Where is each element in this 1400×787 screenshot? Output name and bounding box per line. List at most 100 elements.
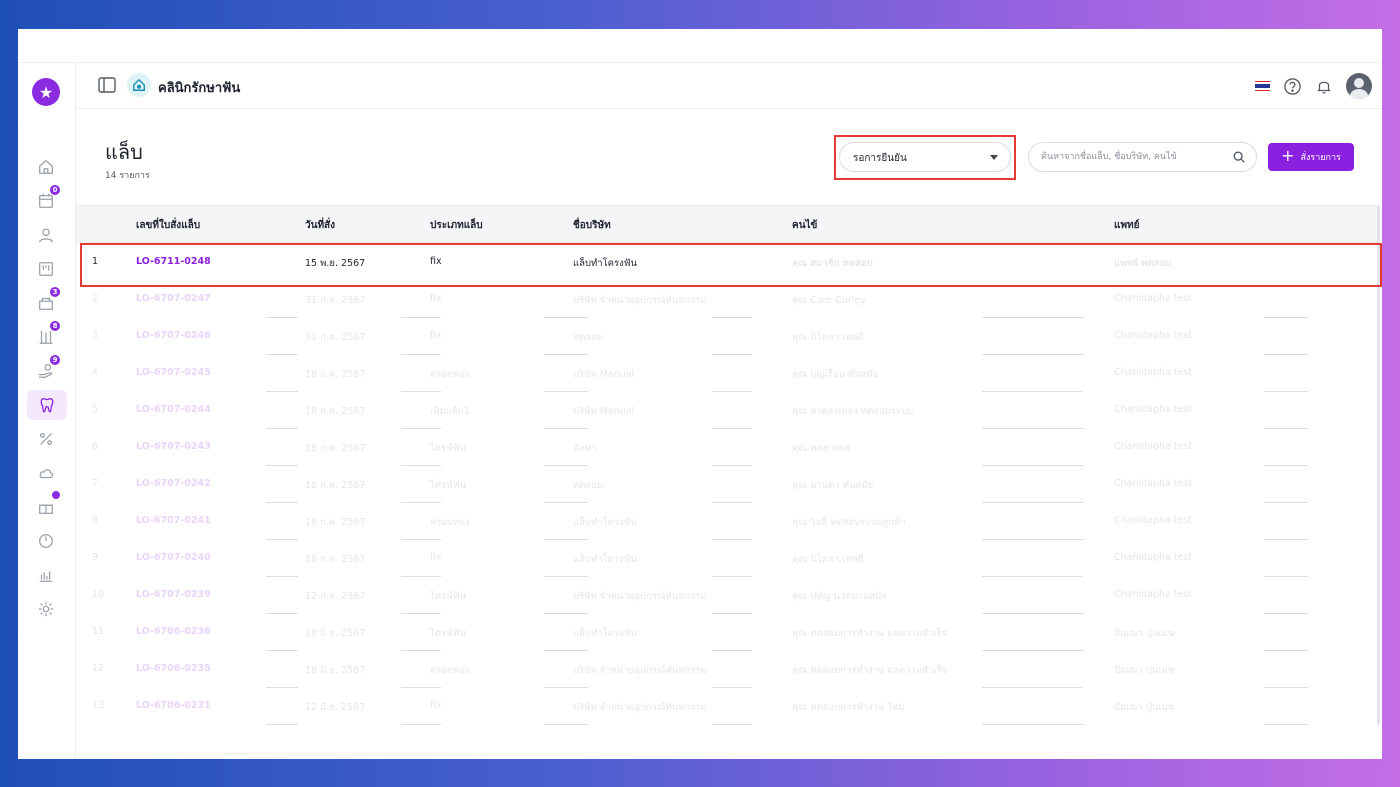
table-row[interactable]: 6 LO-6707-0243 18 ก.ค. 2567 ไดรฟ์ฟัน อัลฟา คุ…: [76, 429, 1380, 466]
lab-orders-table: เลขที่ใบสั่งแล็บ วันที่สั่ง ประเภทแล็บ ช…: [76, 205, 1382, 759]
row-order-code[interactable]: LO-6707-0246: [136, 330, 211, 341]
user-avatar[interactable]: [1346, 73, 1372, 99]
row-doctor: Chanidapha test: [1114, 478, 1193, 489]
table-row[interactable]: 7 LO-6707-0242 18 ก.ค. 2567 ไดรฟ์ฟัน ทดสอบ คุ…: [76, 466, 1380, 503]
calendar-icon[interactable]: 0: [35, 184, 61, 212]
row-date: 18 มิ.ย. 2567: [305, 665, 366, 676]
table-row[interactable]: 11 LO-6706-0236 18 มิ.ย. 2567 ไดรฟ์ฟัน แล็บท…: [76, 614, 1380, 651]
search-input[interactable]: [1029, 143, 1219, 171]
app-logo[interactable]: ★: [32, 78, 60, 106]
header-patient[interactable]: คนไข้: [792, 218, 817, 233]
percent-icon[interactable]: [35, 428, 57, 450]
lab-tools-badge: 8: [49, 320, 61, 332]
settings-gear-icon[interactable]: [35, 598, 57, 620]
row-divider: [712, 724, 752, 725]
table-row[interactable]: 8 LO-6707-0241 18 ก.ค. 2567 ครอบทอง แล็บทำโค…: [76, 503, 1380, 540]
row-order-code[interactable]: LO-6707-0243: [136, 441, 211, 452]
row-number: 4: [92, 367, 99, 378]
table-row[interactable]: 10 LO-6707-0239 12 ก.ค. 2567 ไดรฟ์ฟัน บริษัท…: [76, 577, 1380, 614]
row-patient: คุณ มานดา ทันสมัย: [792, 480, 874, 491]
table-row[interactable]: 4 LO-6707-0245 18 ก.ค. 2567 ครอบทอง บริษัท M…: [76, 355, 1380, 392]
gauge-icon[interactable]: [35, 530, 57, 552]
home-icon[interactable]: [35, 156, 57, 178]
row-company: แล็บทำโครงฟัน: [573, 517, 637, 528]
clinic-name[interactable]: คลินิกรักษาฟัน: [158, 77, 240, 98]
payment-hand-icon[interactable]: 9: [35, 354, 61, 382]
notification-bell-icon[interactable]: [1314, 76, 1334, 96]
row-date: 18 ก.ค. 2567: [305, 480, 366, 491]
row-order-code[interactable]: LO-6706-0235: [136, 663, 211, 674]
row-date: 18 ก.ค. 2567: [305, 554, 366, 565]
add-order-button[interactable]: + สั่งรายการ: [1268, 143, 1354, 171]
row-company: บริษัท จำหน่ายอุปกรณ์ทันตกรรม: [573, 702, 707, 713]
payments-badge: 9: [49, 354, 61, 366]
row-patient: คุณ ปทัญ นวลนามสมัย: [792, 591, 887, 602]
header-doctor[interactable]: แพทย์: [1114, 218, 1140, 233]
row-lab-type: ครอบทอง: [430, 369, 470, 380]
table-row[interactable]: 12 LO-6706-0235 18 มิ.ย. 2567 ครอบทอง บริษัท…: [76, 651, 1380, 688]
row-company: อัลฟา: [573, 443, 597, 454]
row-company: ทดสอบ: [573, 332, 603, 343]
row-patient: คุณ ทดส ทดส: [792, 443, 850, 454]
row-lab-type: ไดรฟ์ฟัน: [430, 628, 466, 639]
cloud-icon[interactable]: [35, 462, 57, 484]
row-date: 31 ก.ค. 2567: [305, 295, 366, 306]
row-divider: [544, 724, 588, 725]
header-date[interactable]: วันที่สั่ง: [305, 218, 335, 233]
sidebar-toggle-icon[interactable]: [98, 77, 116, 93]
search-icon[interactable]: [1232, 150, 1246, 164]
lab-tools-icon[interactable]: 8: [35, 320, 61, 348]
board-icon[interactable]: [35, 258, 57, 280]
row-date: 18 ก.ค. 2567: [305, 406, 366, 417]
row-company: แล็บทำโครงฟัน: [573, 628, 637, 639]
header-lab-type[interactable]: ประเภทแล็บ: [430, 218, 483, 233]
gift-icon[interactable]: [35, 490, 61, 518]
thai-flag-icon[interactable]: [1255, 80, 1270, 92]
app-window: ★ 0 3 8 9 คลินิกรักษาฟัน แล็บ 14 รายการ …: [18, 29, 1382, 759]
row-patient: คุณ ทดสอบการทำงาน ใหม่: [792, 702, 905, 713]
row-date: 31 ก.ค. 2567: [305, 332, 366, 343]
row-number: 5: [92, 404, 99, 415]
row-doctor: ปัณณา ปุ่นเมฆ: [1114, 702, 1176, 713]
top-header: คลินิกรักษาฟัน: [76, 63, 1382, 109]
table-row[interactable]: 3 LO-6707-0246 31 ก.ค. 2567 fix ทดสอบ คุณ นิโ…: [76, 318, 1380, 355]
row-order-code[interactable]: LO-6707-0247: [136, 293, 211, 304]
row-order-code[interactable]: LO-6706-0231: [136, 700, 211, 711]
row-lab-type: fix: [430, 293, 442, 304]
row-lab-type: ไดรฟ์ฟัน: [430, 591, 466, 602]
gift-dot-badge: [51, 490, 61, 500]
table-row[interactable]: 9 LO-6707-0240 18 ก.ค. 2567 fix แล็บทำโครงฟั…: [76, 540, 1380, 577]
tooth-icon[interactable]: [27, 390, 67, 420]
row-doctor: Chanidapha test: [1114, 589, 1193, 600]
row-order-code[interactable]: LO-6707-0242: [136, 478, 211, 489]
row-number: 11: [92, 626, 105, 637]
row-date: 18 มิ.ย. 2567: [305, 628, 366, 639]
help-icon[interactable]: [1282, 76, 1302, 96]
row-number: 3: [92, 330, 99, 341]
inventory-icon[interactable]: 3: [35, 286, 61, 314]
row-patient: คุณ วิลลี่ ทดสอบระบบลูกค้า: [792, 517, 906, 528]
table-row[interactable]: 5 LO-6707-0244 18 ก.ค. 2567 เพิ่มแล็บ1 บริษั…: [76, 392, 1380, 429]
row-doctor: Chanidapha test: [1114, 330, 1193, 341]
header-company[interactable]: ชื่อบริษัท: [573, 218, 611, 233]
row-order-code[interactable]: LO-6707-0241: [136, 515, 211, 526]
row-number: 10: [92, 589, 105, 600]
row-order-code[interactable]: LO-6707-0239: [136, 589, 211, 600]
row-divider: [266, 724, 298, 725]
row-company: บริษัท Manual: [573, 406, 635, 417]
row-date: 18 ก.ค. 2567: [305, 517, 366, 528]
row-doctor: Chanidapha test: [1114, 441, 1193, 452]
row-order-code[interactable]: LO-6707-0244: [136, 404, 211, 415]
row-order-code[interactable]: LO-6707-0240: [136, 552, 211, 563]
row-order-code[interactable]: LO-6707-0245: [136, 367, 211, 378]
report-chart-icon[interactable]: [35, 564, 57, 586]
table-row[interactable]: 13 LO-6706-0231 12 มิ.ย. 2567 fix บริษัท จำห…: [76, 688, 1380, 725]
page-title: แล็บ: [105, 140, 143, 164]
row-order-code[interactable]: LO-6706-0236: [136, 626, 211, 637]
row-lab-type: เพิ่มแล็บ1: [430, 406, 470, 417]
add-order-label: สั่งรายการ: [1300, 153, 1341, 163]
row-date: 12 ก.ค. 2567: [305, 591, 366, 602]
row-doctor: Chanidapha test: [1114, 515, 1193, 526]
header-order-no[interactable]: เลขที่ใบสั่งแล็บ: [136, 218, 200, 233]
patient-icon[interactable]: [35, 224, 57, 246]
